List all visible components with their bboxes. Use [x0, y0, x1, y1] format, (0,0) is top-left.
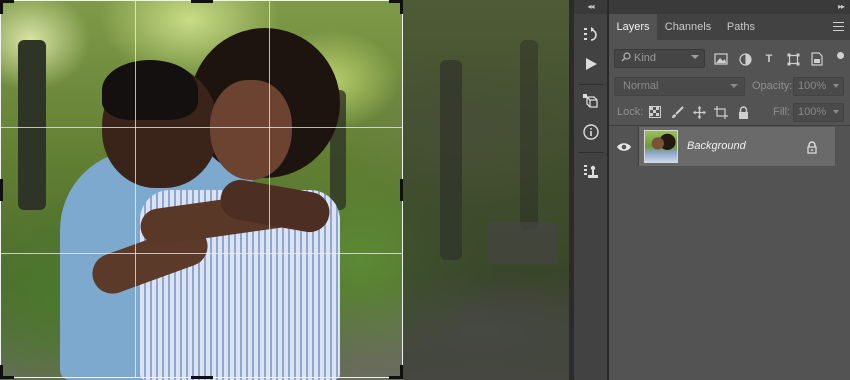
chevron-down-icon: [833, 110, 839, 114]
collapse-panel-button[interactable]: ▸▸: [838, 0, 845, 13]
crop-grid-line: [269, 1, 270, 377]
crop-handle-bottom[interactable]: [191, 376, 213, 379]
crop-handle-bottom-right[interactable]: [400, 365, 403, 379]
panel-header-bar: ▸▸: [609, 0, 850, 14]
crop-handle-left[interactable]: [0, 179, 3, 201]
blend-mode-value: Normal: [623, 80, 659, 92]
crop-handle-top-left[interactable]: [0, 0, 3, 14]
layer-row-background[interactable]: Background: [609, 127, 835, 166]
search-icon: [621, 52, 631, 62]
type-filter-icon[interactable]: T: [762, 52, 776, 66]
adjustment-filter-icon[interactable]: [738, 52, 752, 66]
tab-channels[interactable]: Channels: [659, 14, 717, 40]
crop-handle-top[interactable]: [191, 0, 213, 3]
blend-mode-dropdown[interactable]: Normal: [614, 77, 745, 96]
lock-artboard-icon[interactable]: [713, 104, 729, 120]
3d-cube-icon[interactable]: [578, 90, 604, 114]
layers-panel: ▸▸ Layers Channels Paths Kind T Normal O…: [609, 0, 850, 380]
shape-filter-icon[interactable]: [786, 52, 800, 66]
chevron-down-icon: [833, 84, 839, 88]
crop-handle-right[interactable]: [400, 179, 403, 201]
filter-kind-dropdown[interactable]: Kind: [614, 49, 705, 68]
opacity-field[interactable]: 100%: [793, 77, 844, 96]
layer-filter-row: Kind T: [609, 46, 850, 72]
chevron-down-icon: [691, 55, 699, 59]
crop-handle-bottom-left[interactable]: [0, 365, 3, 379]
crop-grid-line: [1, 127, 402, 128]
crop-outside-shield: [403, 0, 569, 380]
lock-position-icon[interactable]: [691, 104, 707, 120]
layer-lock-icon[interactable]: [805, 140, 819, 154]
filter-kind-label: Kind: [634, 52, 657, 64]
lock-row: Lock: Fill: 100%: [609, 102, 850, 124]
crop-handle-top-right[interactable]: [400, 0, 403, 14]
filter-toggle-switch[interactable]: [837, 52, 844, 59]
layer-list-gutter: [835, 127, 850, 166]
tab-layers[interactable]: Layers: [609, 14, 657, 40]
crop-box[interactable]: [0, 0, 403, 379]
panel-tabs: Layers Channels Paths: [609, 14, 850, 40]
smart-object-filter-icon[interactable]: [810, 52, 824, 66]
layer-visibility-toggle[interactable]: [609, 127, 639, 166]
panel-menu-icon[interactable]: [833, 22, 844, 31]
tab-paths[interactable]: Paths: [719, 14, 763, 40]
lock-all-icon[interactable]: [735, 104, 751, 120]
opacity-value: 100%: [798, 80, 827, 92]
blend-row: Normal Opacity: 100%: [609, 74, 850, 98]
collapse-strip-button[interactable]: ◂◂: [574, 0, 607, 14]
collapsed-panel-strip: ◂◂: [574, 0, 608, 380]
fill-label: Fill:: [773, 106, 791, 118]
crop-grid-line: [1, 253, 402, 254]
lock-image-icon[interactable]: [669, 104, 685, 120]
layer-name[interactable]: Background: [687, 127, 746, 166]
fill-field[interactable]: 100%: [793, 103, 844, 122]
history-icon[interactable]: [578, 22, 604, 46]
opacity-label: Opacity:: [752, 80, 793, 92]
document-canvas[interactable]: [0, 0, 569, 380]
fill-value: 100%: [798, 106, 827, 118]
layer-thumbnail: [644, 130, 678, 163]
strip-divider: [578, 152, 604, 153]
panel-divider: [609, 125, 850, 126]
clone-source-icon[interactable]: [578, 160, 604, 184]
crop-grid-line: [135, 1, 136, 377]
info-icon[interactable]: [578, 120, 604, 144]
eye-icon: [616, 142, 631, 151]
play-actions-icon[interactable]: [578, 52, 604, 76]
strip-divider: [578, 84, 604, 85]
chevron-down-icon: [730, 84, 738, 88]
lock-label: Lock:: [617, 106, 644, 118]
pixel-filter-icon[interactable]: [714, 52, 728, 66]
lock-transparent-icon[interactable]: [647, 104, 663, 120]
